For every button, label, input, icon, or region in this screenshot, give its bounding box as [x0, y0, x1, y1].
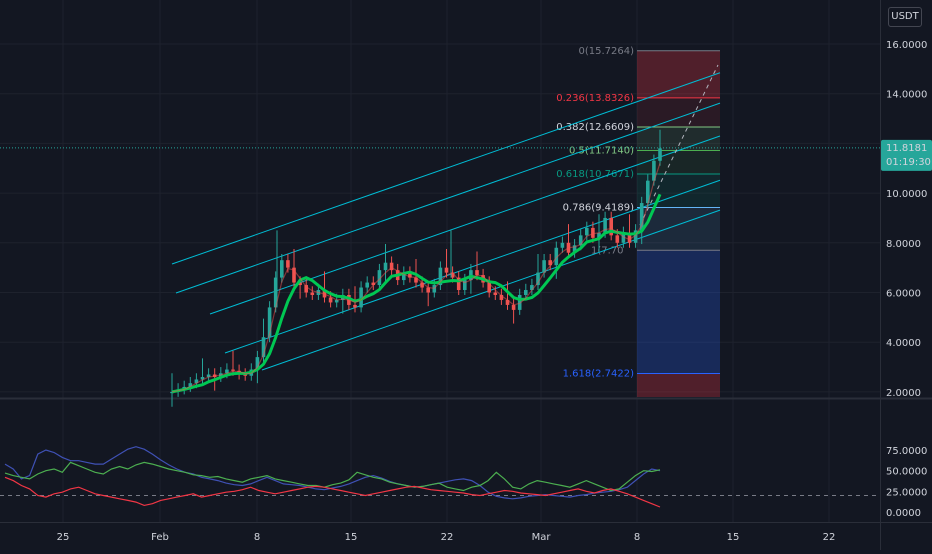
oscillator-series-1 [4, 461, 661, 492]
candle-body [615, 235, 620, 243]
candle-body [658, 148, 662, 161]
fib-zone [637, 207, 720, 251]
candle-body [286, 260, 290, 268]
candle-body [310, 292, 315, 295]
price-tick-label: 2.0000 [886, 388, 921, 399]
candle-body [231, 369, 235, 371]
price-tick-label: 10.0000 [886, 189, 927, 200]
current-price-countdown: 01:19:30 [886, 157, 931, 168]
oscillator-series-0 [4, 446, 661, 500]
candle-body [475, 270, 479, 276]
candle-body [560, 242, 565, 248]
currency-badge[interactable]: USDT [888, 7, 922, 27]
candle-body [353, 304, 357, 308]
fib-level-label: 0.5(11.7140) [569, 146, 634, 157]
price-tick-label: 14.0000 [886, 90, 927, 101]
candle-body [585, 227, 589, 236]
currency-label: USDT [891, 11, 919, 22]
moving-averages [171, 163, 662, 394]
fibonacci-retracement: 0(15.7264) 0.236(13.8326) 0.382(12.6609) 0.… [556, 46, 720, 397]
candle-body [328, 297, 333, 303]
candle-body [493, 292, 498, 295]
time-tick-label: 22 [441, 532, 454, 543]
fib-zone [637, 150, 720, 175]
fib-level-label: 0.236(13.8326) [556, 93, 634, 104]
moving-average-fast [171, 163, 661, 393]
price-tick-label: 6.0000 [886, 289, 921, 300]
oscillator-tick-label: 0.0000 [886, 508, 921, 519]
candle-body [591, 227, 595, 238]
candle-body [444, 267, 449, 273]
fib-partial-label: 1(7.70 [591, 245, 624, 256]
current-price-tag: 11.8181 01:19:30 [0, 139, 932, 171]
fib-level-label: 1.618(2.7422) [563, 368, 635, 379]
time-tick-label: Mar [532, 532, 552, 543]
time-tick-label: 8 [634, 532, 640, 543]
price-axis: 16.000014.000012.000010.00008.00006.0000… [886, 40, 927, 519]
candle-body [365, 282, 369, 288]
price-tick-label: 16.0000 [886, 40, 927, 51]
time-tick-label: 15 [727, 532, 740, 543]
fib-zone [637, 97, 720, 127]
fib-zone [637, 373, 720, 397]
fib-zone [637, 50, 720, 98]
oscillator-tick-label: 50.0000 [886, 467, 927, 478]
time-axis: 25 Feb 8 15 22 Mar 8 15 22 [57, 532, 836, 543]
oscillator-pane [0, 446, 880, 508]
price-tick-label: 8.0000 [886, 239, 921, 250]
chart-grid [0, 0, 932, 550]
time-tick-label: Feb [151, 532, 169, 543]
time-tick-label: 22 [823, 532, 836, 543]
candle-body [524, 290, 528, 295]
fib-level-label: 0.786(9.4189) [563, 203, 635, 214]
fib-level-label: 0.382(12.6609) [556, 122, 634, 133]
price-chart[interactable]: 0(15.7264) 0.236(13.8326) 0.382(12.6609) 0.… [0, 0, 932, 550]
candle-body [383, 262, 388, 271]
time-tick-label: 25 [57, 532, 70, 543]
candle-body [280, 260, 284, 278]
oscillator-tick-label: 25.0000 [886, 487, 927, 498]
current-price-value: 11.8181 [886, 143, 927, 154]
fib-level-label: 0.618(10.7671) [556, 169, 634, 180]
oscillator-series-2 [4, 476, 661, 508]
fib-zone [637, 250, 720, 374]
fib-zone [637, 126, 720, 151]
candle-body [511, 304, 516, 310]
price-tick-label: 4.0000 [886, 338, 921, 349]
chart-container[interactable]: 0(15.7264) 0.236(13.8326) 0.382(12.6609) 0.… [0, 0, 932, 550]
time-tick-label: 8 [254, 532, 260, 543]
fib-level-label: 0(15.7264) [578, 46, 634, 57]
time-tick-label: 15 [345, 532, 358, 543]
oscillator-tick-label: 75.0000 [886, 446, 927, 457]
